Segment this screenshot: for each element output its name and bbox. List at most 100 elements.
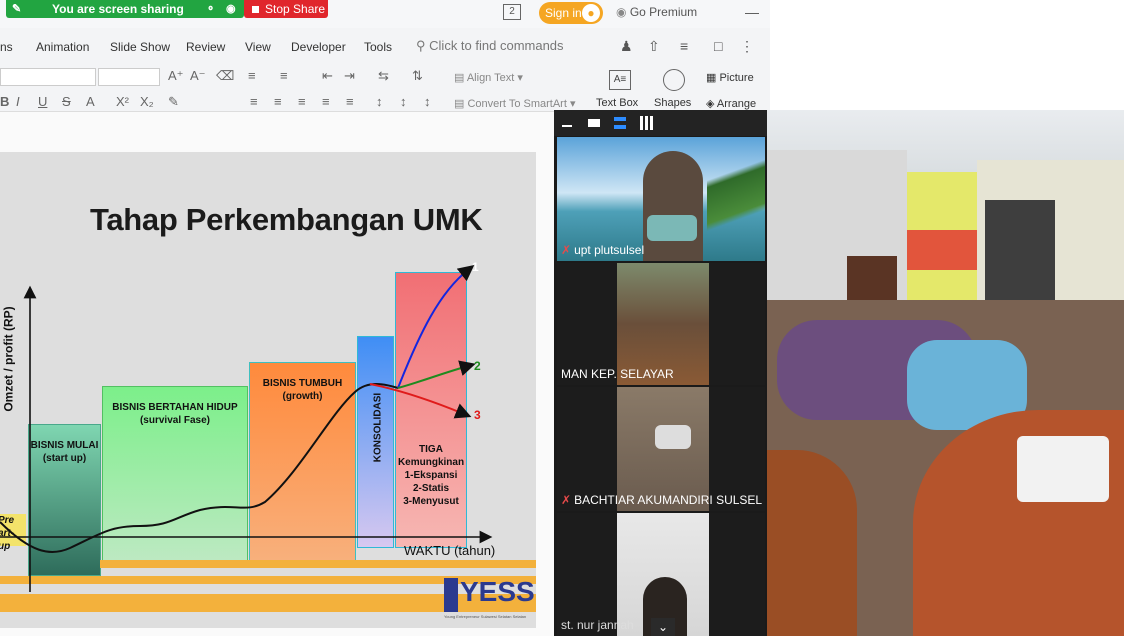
line-spacing-icon[interactable]: ↕ [376,94,383,109]
go-premium-label: Go Premium [629,5,698,19]
text-direction-icon[interactable]: ⇆ [378,68,389,84]
participant-name-label: st. nur jannah [561,618,634,632]
highlight-icon[interactable]: ✎ [168,94,179,110]
decrease-indent-icon[interactable]: ⇤ [322,68,333,84]
picture-button[interactable]: ▦ Picture [706,71,754,84]
bullet-list-icon[interactable]: ≡ [248,68,256,83]
stop-share-button[interactable]: Stop Share [244,0,328,18]
command-search-placeholder: Click to find commands [429,38,564,53]
menu-item-view[interactable]: View [245,40,271,54]
sharing-icon: ✎ [12,3,22,15]
export-icon[interactable]: ≡ [680,38,688,54]
slide-canvas: Tahap Perkembangan UMK Pre art-up BISNIS… [0,112,556,636]
increase-font-icon[interactable]: A⁺ [168,68,184,84]
stop-icon [252,5,259,13]
palm-tree [707,137,765,261]
strikethrough-icon[interactable]: S [62,94,71,109]
participant-video [643,151,703,261]
font-color-icon[interactable]: A [86,94,95,109]
sign-in-label: Sign in [545,6,582,20]
title-bar: ✎ You are screen sharing ⚬ ◉ Stop Share … [0,0,770,28]
formatting-toolbar: A⁺ A⁻ ⌫ B I U S A X² X₂ ✎ ≡ ≡ ⇤ ⇥ ⇆ ⇅ ≡ … [0,64,770,112]
chevron-down-icon[interactable]: ⌄ [651,618,675,636]
menu-item-slide-show[interactable]: Slide Show [110,40,170,54]
curve-ekspansi [397,265,475,389]
italic-icon[interactable]: I [16,94,20,109]
text-box-icon[interactable]: A≡ [609,70,631,90]
growth-curve [0,383,399,554]
sort-icon[interactable]: ⇅ [412,68,423,84]
participant-name-label: upt plutsulsel [574,243,645,257]
paragraph-spacing-icon[interactable]: ↕ [400,94,407,109]
participant-tile[interactable]: st. nur jannah ⌄ [557,513,765,636]
curve-label-1: 1 [472,260,479,274]
projector [1017,436,1109,502]
shapes-label[interactable]: Shapes [654,97,691,109]
increase-indent-icon[interactable]: ⇥ [344,68,355,84]
x-axis-label: WAKTU (tahun) [404,543,496,558]
participant-name-label: MAN KEP. SELAYAR [561,367,674,381]
minimize-window-icon[interactable]: — [745,4,759,20]
curve-label-3: 3 [474,408,481,422]
font-family-dropdown[interactable] [0,68,96,86]
speaker-view-icon[interactable] [614,117,626,129]
more-options-icon[interactable]: ⋮ [740,38,754,55]
participant-name-label: BACHTIAR AKUMANDIRI SULSEL [574,493,763,507]
align-center-icon[interactable]: ≡ [274,94,282,109]
superscript-icon[interactable]: X² [116,94,129,109]
justify-icon[interactable]: ≡ [322,94,330,109]
decrease-font-icon[interactable]: A⁻ [190,68,206,84]
shapes-icon[interactable] [663,69,685,91]
user-icon[interactable]: ♟ [620,38,633,55]
menu-item-transitions[interactable]: ns [0,40,13,54]
minimize-icon[interactable] [562,125,572,127]
columns-icon[interactable]: ↕ [424,94,431,109]
sharing-status: You are screen sharing [52,2,184,16]
font-size-dropdown[interactable] [98,68,160,86]
distribute-icon[interactable]: ≡ [346,94,354,109]
share-icon[interactable]: ⇧ [648,38,660,55]
align-left-icon[interactable]: ≡ [250,94,258,109]
participant-name: ✗ BACHTIAR AKUMANDIRI SULSEL [561,493,762,507]
sign-in-button[interactable]: Sign in ● [539,2,603,24]
numbered-list-icon[interactable]: ≡ [280,68,288,83]
convert-smartart-button[interactable]: ▤ Convert To SmartArt ▾ [454,97,575,110]
participant-tile[interactable]: ✗ BACHTIAR AKUMANDIRI SULSEL [557,387,765,511]
bold-icon[interactable]: B [0,94,9,109]
mask [647,215,697,241]
command-search[interactable]: ⚲ Click to find commands [416,38,564,54]
subscript-icon[interactable]: X₂ [140,94,154,109]
align-text-button[interactable]: ▤ Align Text ▾ [454,71,523,84]
arrange-button[interactable]: ◈ Arrange [706,97,756,110]
menu-item-tools[interactable]: Tools [364,40,392,54]
video-off-icon[interactable] [588,119,600,127]
screen-sharing-banner: ✎ You are screen sharing ⚬ ◉ [6,0,244,18]
participant-tile[interactable]: ✗ upt plutsulsel [557,137,765,261]
clear-format-icon[interactable]: ⌫ [216,68,234,84]
logo-text: YESS [460,576,535,607]
mic-muted-icon: ✗ [561,493,572,507]
align-right-icon[interactable]: ≡ [298,94,306,109]
menu-item-review[interactable]: Review [186,40,225,54]
participant-tile[interactable]: MAN KEP. SELAYAR [557,263,765,385]
window-count-badge[interactable]: 2 [503,4,521,20]
participant-name: st. nur jannah [561,618,634,632]
comment-icon[interactable]: □ [714,38,722,54]
slide[interactable]: Tahap Perkembangan UMK Pre art-up BISNIS… [0,152,536,628]
mic-muted-icon[interactable]: ⚬ [206,2,215,15]
curve-menyusut [369,383,472,419]
gallery-toolbar [554,110,767,136]
red-stripe [907,230,977,270]
text-box-label[interactable]: Text Box [596,97,638,109]
picture-label: Picture [719,72,754,84]
underline-icon[interactable]: U [38,94,47,109]
menu-item-animation[interactable]: Animation [36,40,89,54]
grid-view-icon[interactable] [640,116,654,130]
menu-item-developer[interactable]: Developer [291,40,346,54]
mic-muted-icon: ✗ [561,243,572,257]
video-gallery: ✗ upt plutsulsel MAN KEP. SELAYAR ✗ BACHTI… [554,110,767,636]
search-icon: ⚲ [416,38,426,53]
go-premium-button[interactable]: ◉ Go Premium [616,5,697,19]
participant-name: ✗ upt plutsulsel [561,243,644,257]
logo-mark [444,578,458,612]
